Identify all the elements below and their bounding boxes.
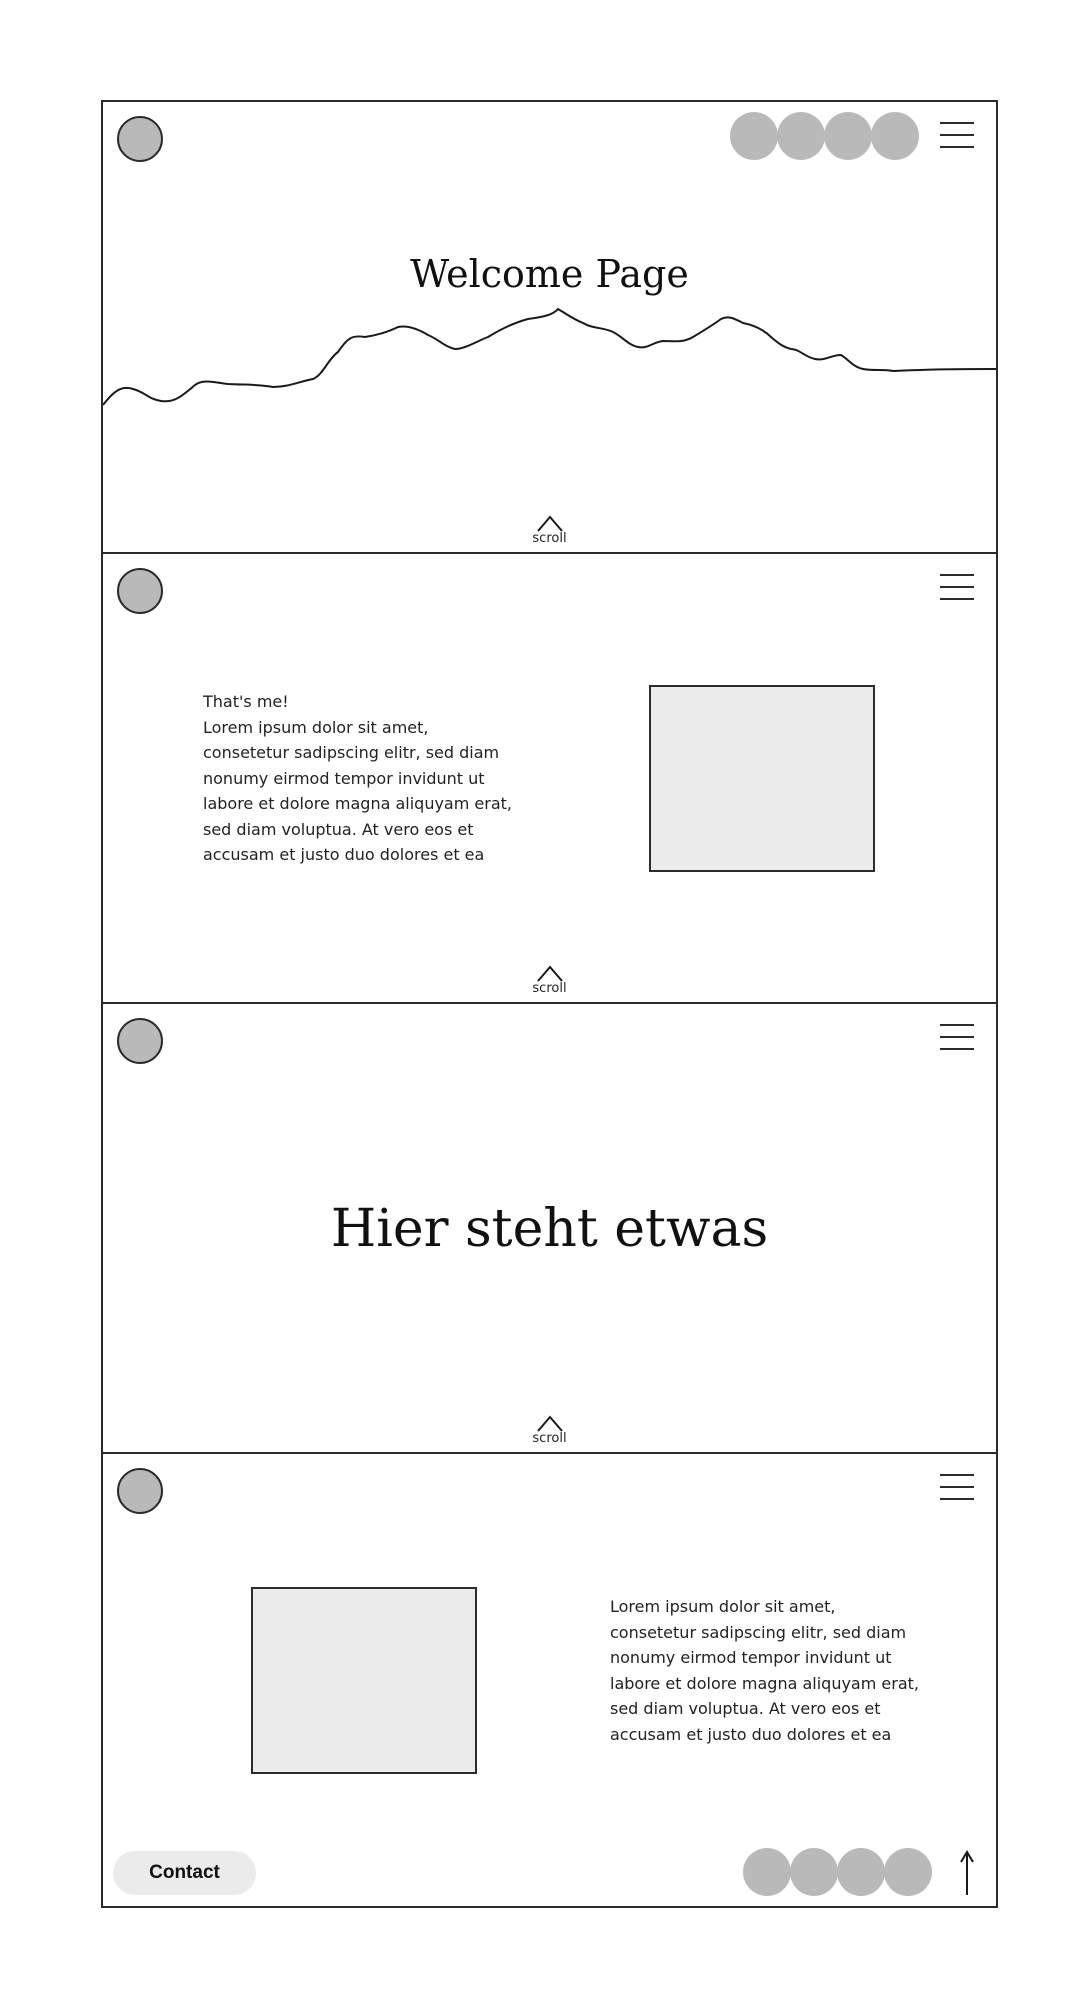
about-line: accusam et justo duo dolores et ea (203, 845, 485, 864)
footer-line: consetetur sadipscing elitr, sed diam (610, 1622, 907, 1642)
arrow-up-icon[interactable] (960, 1850, 974, 1896)
about-text: That's me! Lorem ipsum dolor sit amet, c… (203, 689, 543, 868)
about-line: Lorem ipsum dolor sit amet, (203, 717, 429, 737)
hamburger-icon[interactable] (940, 120, 974, 150)
social-icon-3[interactable] (837, 1848, 885, 1896)
about-line: sed diam voluptua. At vero eos et (203, 819, 474, 839)
logo[interactable] (117, 1468, 163, 1514)
about-line: labore et dolore magna aliquyam erat, (203, 794, 512, 813)
footer-line: nonumy eirmod tempor invidunt ut (610, 1648, 892, 1667)
logo[interactable] (117, 1018, 163, 1064)
social-icon-2[interactable] (790, 1848, 838, 1896)
social-icon-2[interactable] (777, 112, 825, 160)
chevron-up-icon (536, 1415, 563, 1432)
scroll-label: scroll (532, 981, 567, 996)
chevron-up-icon (536, 515, 563, 532)
image-placeholder (251, 1587, 477, 1774)
social-icon-1[interactable] (743, 1848, 791, 1896)
social-icon-3[interactable] (824, 112, 872, 160)
about-line: nonumy eirmod tempor invidunt ut (203, 768, 485, 788)
footer-section: Lorem ipsum dolor sit amet, consetetur s… (103, 1452, 996, 1906)
hamburger-icon[interactable] (940, 572, 974, 602)
social-icon-4[interactable] (884, 1848, 932, 1896)
contact-button[interactable]: Contact (113, 1851, 256, 1895)
scroll-label: scroll (532, 1431, 567, 1446)
hamburger-icon[interactable] (940, 1472, 974, 1502)
chevron-up-icon (536, 965, 563, 982)
social-icon-1[interactable] (730, 112, 778, 160)
logo[interactable] (117, 568, 163, 614)
footer-line: accusam et justo duo dolores et ea (610, 1724, 892, 1744)
hamburger-icon[interactable] (940, 1022, 974, 1052)
footer-text: Lorem ipsum dolor sit amet, consetetur s… (610, 1594, 960, 1747)
about-heading: That's me! (203, 692, 289, 711)
scroll-indicator[interactable]: scroll (103, 513, 996, 546)
image-placeholder (649, 685, 875, 872)
logo[interactable] (117, 116, 163, 162)
scroll-label: scroll (532, 531, 567, 546)
social-icons (743, 1848, 932, 1896)
social-icon-4[interactable] (871, 112, 919, 160)
social-icons (730, 112, 919, 160)
about-section: That's me! Lorem ipsum dolor sit amet, c… (103, 552, 996, 1002)
statement-section: Hier steht etwas scroll (103, 1002, 996, 1452)
footer-line: labore et dolore magna aliquyam erat, (610, 1673, 919, 1693)
wireframe-page: Welcome Page scroll That's me! Lorem ips… (101, 100, 998, 1908)
mountain-line-illustration (103, 307, 996, 406)
statement-title: Hier steht etwas (330, 1199, 769, 1259)
footer-line: Lorem ipsum dolor sit amet, (610, 1597, 836, 1616)
welcome-section: Welcome Page scroll (103, 102, 996, 552)
scroll-indicator[interactable]: scroll (103, 963, 996, 996)
about-line: consetetur sadipscing elitr, sed diam (203, 743, 500, 762)
page-title: Welcome Page (410, 252, 689, 296)
footer-line: sed diam voluptua. At vero eos et (610, 1699, 881, 1718)
scroll-indicator[interactable]: scroll (103, 1413, 996, 1446)
